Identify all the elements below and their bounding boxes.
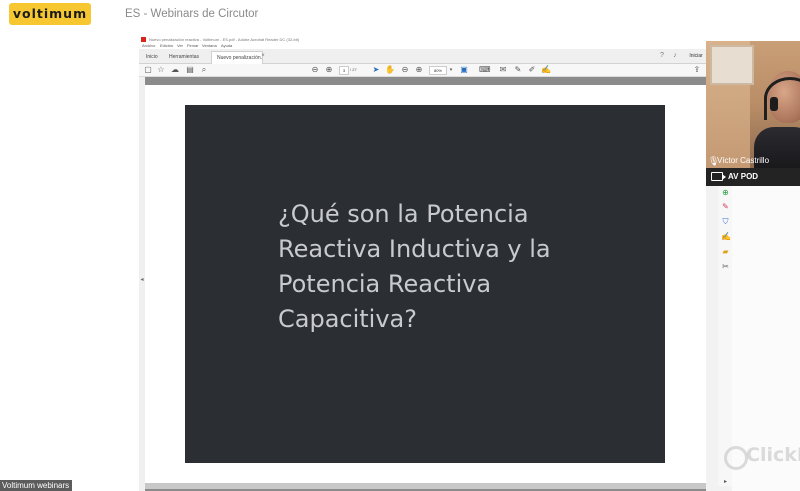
acrobat-tab-bar: Inicio Herramientas Nuevo penalización..…	[139, 49, 706, 64]
page-total: / 27	[350, 67, 357, 72]
slide-title: ¿Qué son la Potencia Reactiva Inductiva …	[278, 197, 618, 337]
keyboard-icon[interactable]: ⌨	[479, 65, 491, 75]
star-icon[interactable]: ☆	[156, 65, 166, 75]
acrobat-window-title: Nuevo penalización reactiva - Voltimum -…	[149, 37, 300, 42]
acrobat-title-bar: Nuevo penalización reactiva - Voltimum -…	[139, 36, 706, 43]
acrobat-tools-stack: ⊕ ✎ ⛉ ✍ ▰ ✂ ▸	[718, 186, 732, 486]
slide-title-line-4: Capacitiva?	[278, 305, 417, 333]
document-area[interactable]: ¿Qué son la Potencia Reactiva Inductiva …	[145, 77, 706, 491]
zoom-out-icon[interactable]: ⊖	[400, 65, 410, 75]
pdf-icon	[141, 37, 146, 42]
page-fit-icon[interactable]: ▣	[459, 65, 469, 75]
tab-document[interactable]: Nuevo penalización...	[211, 51, 263, 64]
tab-close-icon[interactable]: ×	[259, 52, 267, 60]
sign-icon[interactable]: ✍	[541, 65, 551, 75]
top-bar: voltimum ES - Webinars de Circutor	[0, 0, 800, 30]
horizontal-scrollbar[interactable]	[145, 483, 706, 489]
zoom-level-select[interactable]: 80%	[429, 66, 447, 75]
more-tools-icon[interactable]: ✂	[721, 262, 730, 271]
chevron-down-icon[interactable]: ▾	[446, 65, 456, 75]
next-page-icon[interactable]: ⊕	[324, 65, 334, 75]
print-icon[interactable]: ▤	[185, 65, 195, 75]
voltimum-logo[interactable]: voltimum	[9, 3, 91, 25]
tab-herramientas[interactable]: Herramientas	[164, 51, 204, 63]
prev-page-icon[interactable]: ⊖	[310, 65, 320, 75]
av-stream-label: AV POD	[728, 172, 759, 181]
av-stream-bar[interactable]: AV POD	[706, 168, 800, 186]
share-icon[interactable]: ⇪	[692, 65, 702, 75]
left-panel-toggle-icon[interactable]: ◂	[139, 276, 145, 283]
microphone-icon: 🎙	[708, 156, 720, 166]
bell-icon[interactable]: ♪	[671, 52, 679, 60]
highlight-icon[interactable]: ✐	[527, 65, 537, 75]
tab-inicio[interactable]: Inicio	[141, 51, 163, 63]
webinar-title: ES - Webinars de Circutor	[125, 8, 259, 20]
shared-screen-acrobat: Nuevo penalización reactiva - Voltimum -…	[139, 36, 706, 491]
protect-icon[interactable]: ⛉	[721, 217, 730, 226]
headset-earcup	[770, 97, 778, 111]
search-icon[interactable]: ⌕	[199, 65, 209, 75]
comment-icon[interactable]: ✉	[498, 65, 508, 75]
comment-tool-icon[interactable]: ▰	[721, 247, 730, 256]
pen-icon[interactable]: ✎	[513, 65, 523, 75]
collapse-panel-icon[interactable]: ▸	[721, 478, 730, 487]
page-number-input[interactable]: 3	[339, 66, 349, 75]
slide: ¿Qué son la Potencia Reactiva Inductiva …	[185, 105, 665, 463]
create-icon[interactable]: ▢	[143, 65, 153, 75]
fill-sign-icon[interactable]: ✍	[721, 232, 731, 241]
edit-pdf-icon[interactable]: ✎	[721, 202, 730, 211]
slide-title-line-2: Reactiva Inductiva y la	[278, 235, 551, 263]
slide-title-line-3: Potencia Reactiva	[278, 270, 492, 298]
sign-in-link[interactable]: Iniciar	[687, 52, 705, 60]
slide-title-line-1: ¿Qué son la Potencia	[278, 200, 529, 228]
pdf-page: ¿Qué son la Potencia Reactiva Inductiva …	[145, 85, 706, 483]
footer-label: Voltimum webinars	[0, 480, 73, 491]
help-icon[interactable]: ?	[658, 52, 666, 60]
select-cursor-icon[interactable]: ➤	[371, 65, 381, 75]
clickmeeting-watermark-text: ClickM	[746, 444, 800, 466]
hand-tool-icon[interactable]: ✋	[385, 65, 395, 75]
speaker-video[interactable]: 🎙 Víctor Castrillo	[706, 41, 800, 168]
camera-icon	[711, 172, 726, 181]
speaker-name: Víctor Castrillo	[717, 156, 770, 165]
background-window	[710, 45, 754, 85]
export-pdf-icon[interactable]: ⊕	[721, 188, 730, 197]
zoom-in-icon[interactable]: ⊕	[414, 65, 424, 75]
acrobat-toolbar: ▢ ☆ ☁ ▤ ⌕ ⊖ ⊕ 3 / 27 ➤ ✋ ⊖ ⊕ 80% ▾ ▣ ⌨ ✉…	[139, 64, 706, 77]
clickmeeting-watermark: ClickM	[724, 444, 800, 466]
upload-cloud-icon[interactable]: ☁	[170, 65, 180, 75]
